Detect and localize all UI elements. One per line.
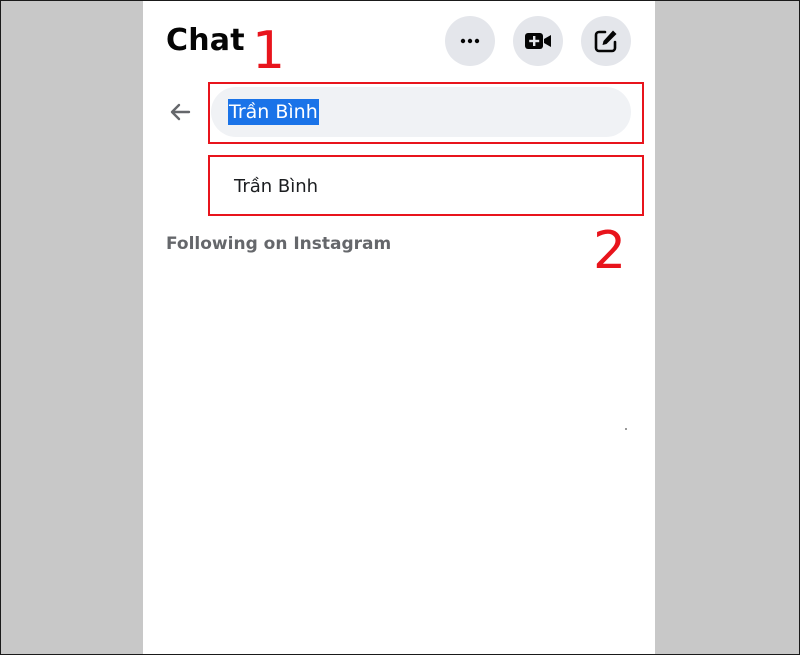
- screenshot-frame: Chat Trần Bình Trần Bình Following on In…: [0, 0, 800, 655]
- following-section-heading: Following on Instagram: [166, 234, 392, 254]
- annotation-box-step-1: [208, 82, 644, 144]
- new-video-call-button[interactable]: [513, 16, 563, 66]
- new-message-button[interactable]: [581, 16, 631, 66]
- back-button[interactable]: [163, 95, 197, 129]
- more-icon: [460, 38, 480, 44]
- stray-dot: [625, 428, 627, 430]
- annotation-number-2: 2: [593, 221, 627, 281]
- annotation-box-step-2: [208, 155, 644, 216]
- page-title: Chat: [166, 23, 245, 58]
- annotation-number-1: 1: [252, 21, 286, 81]
- compose-icon: [594, 30, 617, 53]
- video-plus-icon: [525, 33, 551, 49]
- arrow-left-icon: [170, 103, 191, 121]
- more-options-button[interactable]: [445, 16, 495, 66]
